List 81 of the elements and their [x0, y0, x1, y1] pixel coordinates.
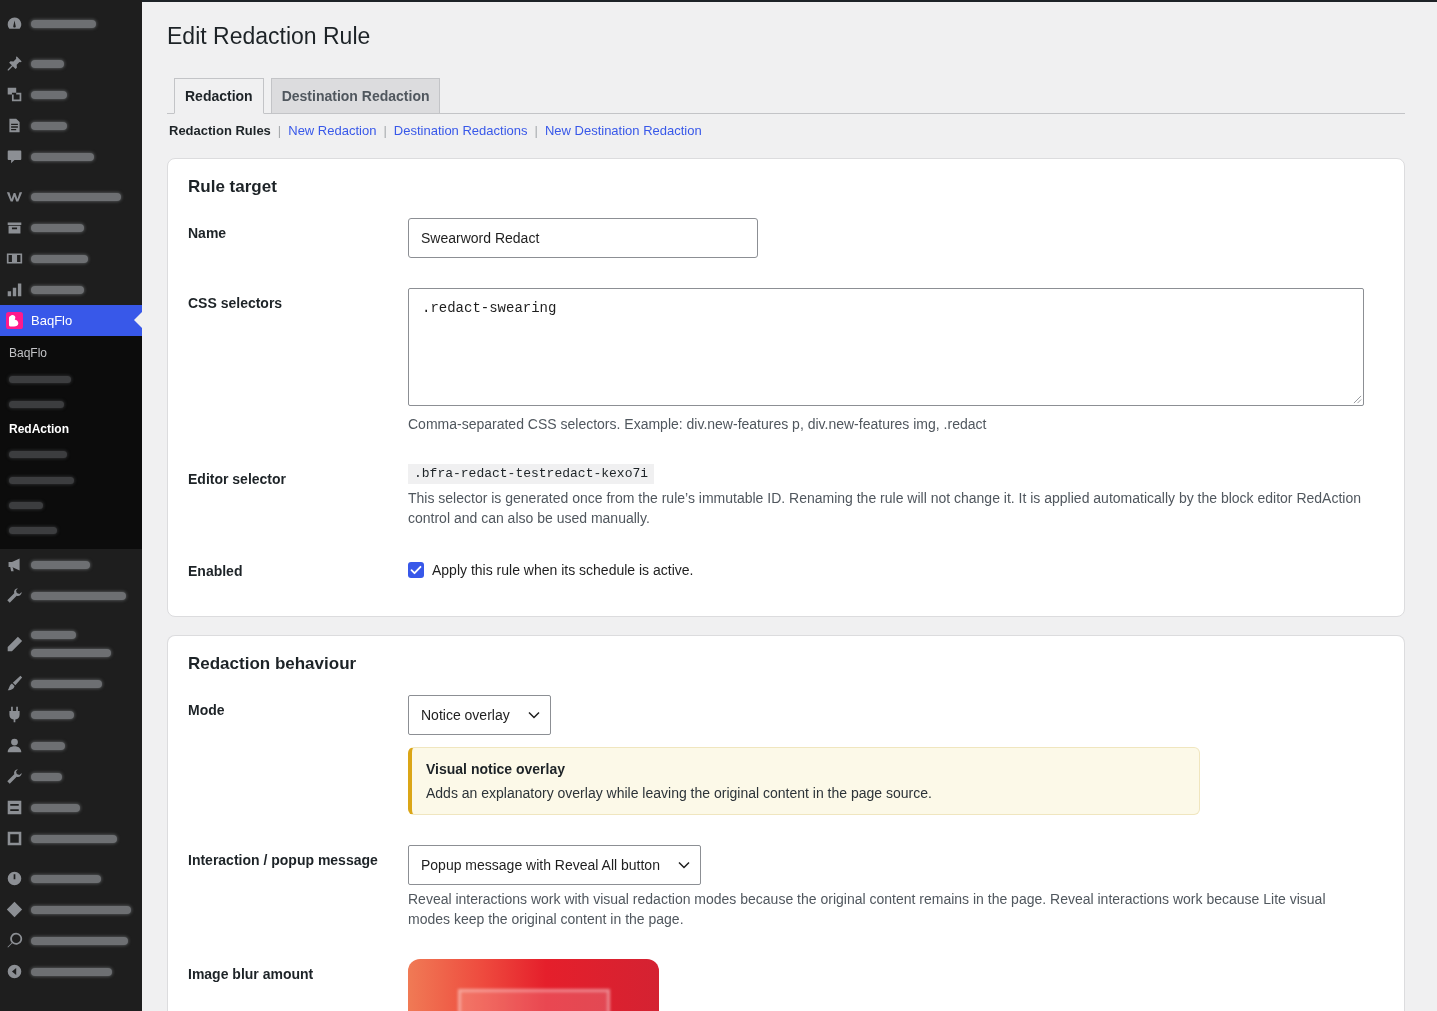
sliders-icon — [6, 799, 23, 816]
resize-grip-icon — [1353, 395, 1362, 404]
wrench-icon — [6, 587, 23, 604]
blurred-text-bar — [9, 476, 74, 484]
link-separator: | — [277, 122, 282, 140]
blurred-text-bar — [9, 375, 71, 383]
blurred-text-bar — [31, 59, 64, 68]
textarea-field[interactable]: .redact-swearing — [408, 288, 1364, 406]
nav-link[interactable]: Destination Redactions — [393, 122, 528, 140]
logo-icon — [6, 312, 23, 329]
blurred-text-bar — [31, 772, 62, 781]
search-icon — [6, 932, 23, 949]
help-text: This selector is generated once from the rule’s immutable ID. Renaming the rule will not change it. It is applied automatically by the block editor RedAction control and can also be used manually. — [408, 489, 1362, 528]
pencil-icon — [6, 635, 23, 653]
blurred-text-bar — [31, 631, 76, 639]
dropdown[interactable]: Notice overlay — [408, 695, 551, 735]
blurred-text-bar — [31, 741, 65, 750]
field-label: Mode — [188, 702, 225, 718]
tab[interactable]: Redaction — [174, 78, 264, 114]
tab[interactable]: Destination Redaction — [270, 78, 441, 114]
brush-icon — [6, 675, 23, 692]
box-icon — [6, 219, 23, 236]
blurred-text-bar — [9, 451, 67, 459]
media-icon — [6, 86, 23, 103]
gauge-icon — [6, 15, 23, 32]
blurred-text-bar — [31, 710, 74, 719]
text-field[interactable]: Swearword Redact — [408, 218, 758, 258]
square-frame-icon — [6, 830, 23, 847]
pointer-icon — [134, 312, 142, 328]
blurred-text-bar — [31, 152, 94, 161]
chevron-down-icon — [527, 711, 540, 719]
blurred-text-bar — [31, 679, 102, 688]
nav-link[interactable]: New Redaction — [288, 122, 377, 140]
link-separator: | — [383, 122, 387, 140]
blurred-text-bar — [31, 90, 67, 99]
submenu-item[interactable]: BaqFlo — [0, 341, 142, 367]
blurred-text-bar — [9, 501, 43, 509]
section-title: Rule target — [188, 176, 277, 198]
field-label: Editor selector — [188, 471, 287, 487]
collapse-icon — [6, 963, 23, 980]
help-text: Comma-separated CSS selectors. Example: div.new-features p, div.new-features img, .redact — [408, 415, 988, 434]
plug-icon — [6, 706, 23, 723]
card-icon — [6, 250, 23, 267]
wrench-icon — [6, 768, 23, 785]
bar-chart-icon — [6, 281, 23, 298]
field-label: Interaction / popup message — [188, 852, 378, 868]
nav-link[interactable]: Redaction Rules — [169, 122, 271, 140]
blurred-text-bar — [9, 527, 57, 535]
person-icon — [6, 737, 23, 754]
submenu-item[interactable]: RedAction — [0, 416, 142, 442]
field-label: CSS selectors — [188, 295, 283, 311]
nav-link[interactable]: New Destination Redaction — [544, 122, 702, 140]
blurred-text-bar — [31, 285, 84, 294]
code-snippet: .bfra-redact-testredact-kexo7i — [408, 464, 655, 484]
blurred-text-bar — [9, 400, 64, 408]
blurred-text-bar — [31, 223, 84, 232]
blurred-text-bar — [31, 19, 96, 28]
section-title: Redaction behaviour — [188, 653, 357, 675]
page-title: Edit Redaction Rule — [167, 22, 371, 51]
blurred-text-bar — [31, 874, 101, 883]
dropdown[interactable]: Popup message with Reveal All button — [408, 845, 701, 885]
diamond-icon — [6, 901, 23, 918]
link-separator: | — [534, 122, 538, 140]
blurred-text-bar — [31, 254, 88, 263]
field-label: Enabled — [188, 563, 243, 579]
field-label: Name — [188, 225, 227, 241]
speech-bubble-icon — [6, 148, 23, 165]
blurred-text-bar — [31, 121, 67, 130]
checkbox[interactable] — [408, 562, 424, 578]
megaphone-icon — [6, 556, 23, 573]
notice-text: Adds an explanatory overlay while leaving the original content in the page source. — [426, 784, 933, 803]
menu-item[interactable]: BaqFlo — [0, 305, 142, 336]
notice-title: Visual notice overlay — [426, 760, 567, 779]
help-text: Reveal interactions work with visual redaction modes because the original content remains in the page. Reveal interactions work because Lite visual modes keep the original content in the page. — [408, 890, 1327, 929]
checkbox-label[interactable]: Apply this rule when its schedule is active. — [432, 560, 694, 580]
page-icon — [6, 117, 23, 134]
chevron-down-icon — [677, 861, 690, 869]
blurred-text-bar — [31, 560, 90, 569]
field-label: Image blur amount — [188, 966, 314, 982]
pin-icon — [6, 55, 23, 72]
blurred-text-bar — [31, 803, 80, 812]
